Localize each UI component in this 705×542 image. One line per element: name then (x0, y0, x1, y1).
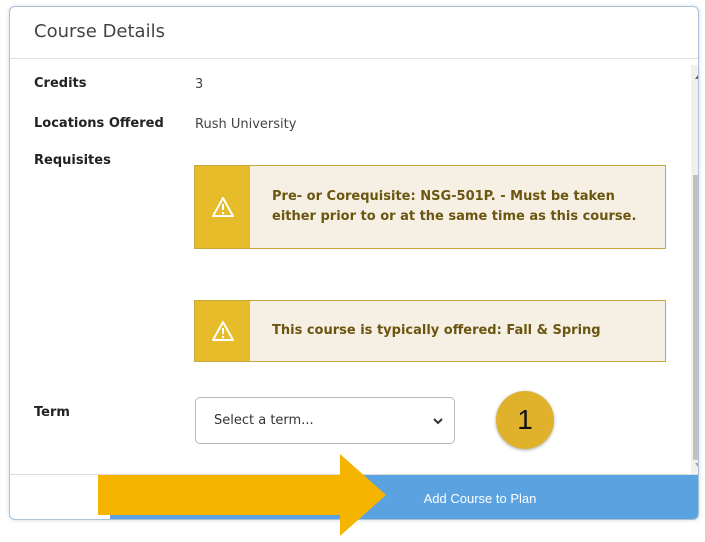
scroll-up-icon[interactable] (695, 73, 699, 79)
scroll-thumb[interactable] (693, 175, 698, 460)
offering-alert: This course is typically offered: Fall &… (194, 300, 666, 362)
dialog-header: Course Details (10, 7, 698, 59)
warning-icon-cell (195, 166, 250, 248)
term-select-value: Select a term... (214, 413, 314, 428)
credits-value: 3 (195, 77, 204, 92)
locations-value: Rush University (195, 117, 297, 132)
warning-icon (211, 321, 234, 341)
term-select[interactable]: Select a term... (195, 397, 455, 444)
credits-label: Credits (34, 76, 87, 91)
prerequisite-alert: Pre- or Corequisite: NSG-501P. - Must be… (194, 165, 666, 249)
course-details-dialog: Course Details Credits 3 Locations Offer… (9, 6, 699, 520)
scroll-down-icon[interactable] (695, 463, 699, 469)
prerequisite-line-2: either prior to or at the same time as t… (272, 209, 637, 224)
warning-icon (211, 197, 234, 217)
term-label: Term (34, 405, 70, 420)
add-course-label: Add Course to Plan (423, 491, 537, 506)
chevron-down-icon (433, 418, 443, 425)
locations-label: Locations Offered (34, 116, 164, 131)
step-number-badge: 1 (496, 391, 554, 449)
requisites-label: Requisites (34, 153, 111, 168)
arrow-icon (98, 454, 386, 536)
prerequisite-line-1: Pre- or Corequisite: NSG-501P. - Must be… (272, 189, 615, 204)
prerequisite-alert-text: Pre- or Corequisite: NSG-501P. - Must be… (272, 187, 636, 227)
offering-alert-text: This course is typically offered: Fall &… (272, 323, 601, 338)
dialog-title: Course Details (34, 21, 165, 42)
warning-icon-cell (195, 301, 250, 361)
scrollbar[interactable] (691, 65, 699, 477)
